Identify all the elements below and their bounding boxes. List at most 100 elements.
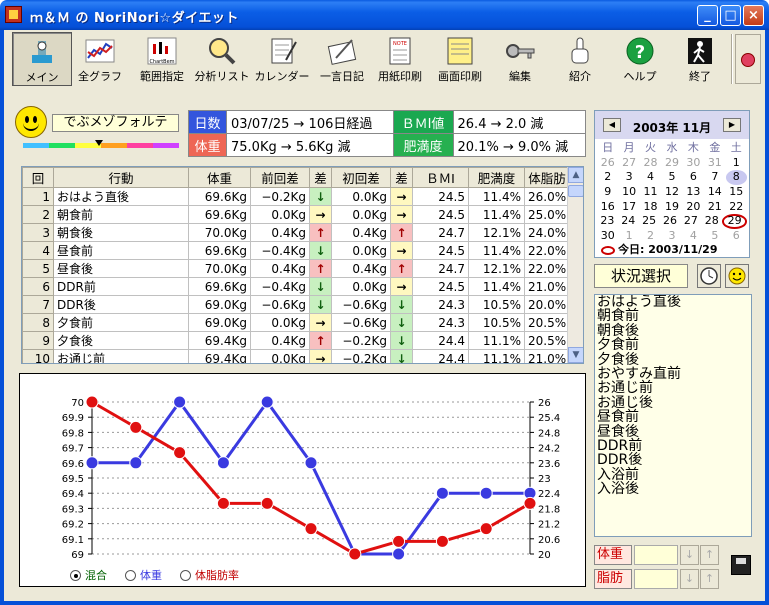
list-item[interactable]: 夕食前 bbox=[597, 338, 751, 353]
legend-option[interactable]: 体重 bbox=[125, 567, 162, 583]
main-button[interactable]: メイン bbox=[12, 32, 72, 86]
calendar-day[interactable]: 17 bbox=[618, 200, 639, 215]
table-row[interactable]: 9 夕食後 69.4Kg 0.4Kg ↑ −0.2Kg ↓ 24.4 11.1% 20.5% bbox=[22, 331, 571, 350]
list-item[interactable]: 昼食後 bbox=[597, 424, 751, 439]
calendar-day[interactable]: 18 bbox=[640, 200, 661, 215]
table-row[interactable]: 2 朝食前 69.6Kg 0.0Kg → 0.0Kg → 24.5 11.4% 25.0% bbox=[22, 205, 571, 224]
calendar-day[interactable]: 22 bbox=[726, 200, 747, 215]
calendar-day[interactable]: 29 bbox=[661, 156, 682, 171]
calendar-day[interactable]: 24 bbox=[618, 214, 639, 229]
list-item[interactable]: お通じ前 bbox=[597, 381, 751, 396]
table-row[interactable]: 3 朝食後 70.0Kg 0.4Kg ↑ 0.4Kg ↑ 24.7 12.1% 24.0% bbox=[22, 223, 571, 242]
legend-option[interactable]: 混合 bbox=[70, 567, 107, 583]
table-row[interactable]: 5 昼食後 70.0Kg 0.4Kg ↑ 0.4Kg ↑ 24.7 12.1% 22.0% bbox=[22, 259, 571, 278]
weight-up-button[interactable]: ↑ bbox=[700, 545, 719, 565]
calendar-day[interactable]: 28 bbox=[640, 156, 661, 171]
table-row[interactable]: 6 DDR前 69.6Kg −0.4Kg ↓ 0.0Kg → 24.5 11.4% 21.0% bbox=[22, 277, 571, 296]
column-header[interactable]: 体重 bbox=[188, 167, 251, 188]
app-icon[interactable] bbox=[5, 6, 22, 23]
scroll-thumb[interactable] bbox=[568, 185, 583, 197]
calendar-day[interactable]: 2 bbox=[597, 170, 618, 185]
table-row[interactable]: 8 夕食前 69.0Kg 0.0Kg → −0.6Kg ↓ 24.3 10.5% 20.5% bbox=[22, 313, 571, 332]
paper-print-button[interactable]: NOTE 用紙印刷 bbox=[370, 32, 430, 86]
calendar-day[interactable]: 30 bbox=[683, 156, 704, 171]
scroll-down-button[interactable]: ▼ bbox=[568, 347, 583, 363]
list-item[interactable]: 昼食前 bbox=[597, 410, 751, 425]
mood-button[interactable] bbox=[735, 34, 761, 84]
legend-option[interactable]: 体脂肪率 bbox=[180, 567, 239, 583]
clock-button[interactable] bbox=[697, 264, 721, 288]
close-button[interactable]: × bbox=[743, 5, 764, 26]
column-header[interactable]: 差 bbox=[309, 167, 332, 188]
calendar-day[interactable]: 16 bbox=[597, 200, 618, 215]
calendar-day[interactable]: 28 bbox=[701, 214, 722, 229]
help-button[interactable]: ? ヘルプ bbox=[610, 32, 670, 86]
column-header[interactable]: 前回差 bbox=[250, 167, 310, 188]
list-item[interactable]: DDR前 bbox=[597, 439, 751, 454]
grid-scrollbar[interactable]: ▲ ▼ bbox=[567, 167, 583, 363]
fat-down-button[interactable]: ↓ bbox=[680, 569, 699, 589]
all-graph-button[interactable]: 全グラフ bbox=[70, 32, 130, 86]
records-grid[interactable]: 回行動 体重 前回差差初回差差 ＢＭI 肥満度 体脂肪 1 おはよう直後 69.6Kg −0.2… bbox=[21, 166, 584, 364]
calendar-day[interactable]: 11 bbox=[640, 185, 661, 200]
analysis-list-button[interactable]: 分析リスト bbox=[192, 32, 252, 86]
radio-icon[interactable] bbox=[125, 569, 136, 581]
situation-list[interactable]: おはよう直後 朝食前 朝食後 夕食前 夕食後 おやすみ直前 お通じ前 お通じ後 昼食前 昼食後 DD… bbox=[594, 294, 752, 537]
edit-button[interactable]: 編集 bbox=[490, 32, 550, 86]
range-button[interactable]: ChartBem 範囲指定 bbox=[132, 32, 192, 86]
calendar-day[interactable]: 29 bbox=[722, 214, 748, 230]
column-header[interactable]: 初回差 bbox=[331, 167, 391, 188]
calendar-day[interactable]: 4 bbox=[640, 170, 661, 185]
weight-input[interactable] bbox=[634, 545, 678, 565]
smiley-button[interactable] bbox=[725, 264, 749, 288]
calendar-day[interactable]: 6 bbox=[683, 170, 704, 185]
calendar-day[interactable]: 25 bbox=[639, 214, 660, 229]
column-header[interactable]: 行動 bbox=[53, 167, 189, 188]
column-header[interactable]: ＢＭI bbox=[412, 167, 469, 188]
calendar-day[interactable]: 31 bbox=[704, 156, 725, 171]
radio-icon[interactable] bbox=[180, 569, 191, 581]
column-header[interactable]: 回 bbox=[22, 167, 54, 188]
calendar-day[interactable]: 12 bbox=[661, 185, 682, 200]
calendar-day[interactable]: 8 bbox=[725, 170, 747, 186]
list-item[interactable]: 入浴前 bbox=[597, 467, 751, 482]
calendar-button[interactable]: カレンダー bbox=[252, 32, 312, 86]
list-item[interactable]: 夕食後 bbox=[597, 352, 751, 367]
calendar-day[interactable]: 6 bbox=[726, 229, 747, 244]
calendar-day[interactable]: 1 bbox=[726, 156, 747, 171]
fat-up-button[interactable]: ↑ bbox=[700, 569, 719, 589]
calendar-day[interactable]: 3 bbox=[618, 170, 639, 185]
scroll-up-button[interactable]: ▲ bbox=[568, 167, 583, 183]
radio-icon[interactable] bbox=[70, 569, 81, 581]
weight-down-button[interactable]: ↓ bbox=[680, 545, 699, 565]
save-disk-icon[interactable] bbox=[731, 555, 751, 575]
calendar-day[interactable]: 26 bbox=[660, 214, 681, 229]
calendar-day[interactable]: 9 bbox=[597, 185, 618, 200]
calendar-day[interactable]: 20 bbox=[683, 200, 704, 215]
column-header[interactable]: 体脂肪 bbox=[523, 167, 571, 188]
calendar-day[interactable]: 15 bbox=[726, 185, 747, 200]
calendar-day[interactable]: 7 bbox=[704, 170, 725, 185]
calendar-day[interactable]: 27 bbox=[680, 214, 701, 229]
list-item[interactable]: 入浴後 bbox=[597, 482, 751, 497]
diary-button[interactable]: 一言日記 bbox=[312, 32, 372, 86]
next-month-button[interactable]: ▶ bbox=[723, 118, 741, 132]
calendar-day[interactable]: 10 bbox=[618, 185, 639, 200]
calendar-day[interactable]: 5 bbox=[661, 170, 682, 185]
intro-button[interactable]: 紹介 bbox=[550, 32, 610, 86]
calendar-day[interactable]: 13 bbox=[683, 185, 704, 200]
calendar-day[interactable]: 14 bbox=[704, 185, 725, 200]
table-row[interactable]: 1 おはよう直後 69.6Kg −0.2Kg ↓ 0.0Kg → 24.5 11.4% 26.0% bbox=[22, 187, 571, 206]
list-item[interactable]: 朝食前 bbox=[597, 309, 751, 324]
table-row[interactable]: 4 昼食前 69.6Kg −0.4Kg ↓ 0.0Kg → 24.5 11.4% 22.0% bbox=[22, 241, 571, 260]
calendar-day[interactable]: 21 bbox=[704, 200, 725, 215]
calendar-today[interactable]: 今日: 2003/11/29 bbox=[601, 241, 718, 257]
column-header[interactable]: 肥満度 bbox=[468, 167, 525, 188]
maximize-button[interactable]: □ bbox=[720, 5, 741, 26]
fat-input[interactable] bbox=[634, 569, 678, 589]
screen-print-button[interactable]: 画面印刷 bbox=[430, 32, 490, 86]
calendar-day[interactable]: 19 bbox=[661, 200, 682, 215]
minimize-button[interactable]: _ bbox=[697, 5, 718, 26]
exit-button[interactable]: 終了 bbox=[670, 32, 730, 86]
column-header[interactable]: 差 bbox=[390, 167, 413, 188]
